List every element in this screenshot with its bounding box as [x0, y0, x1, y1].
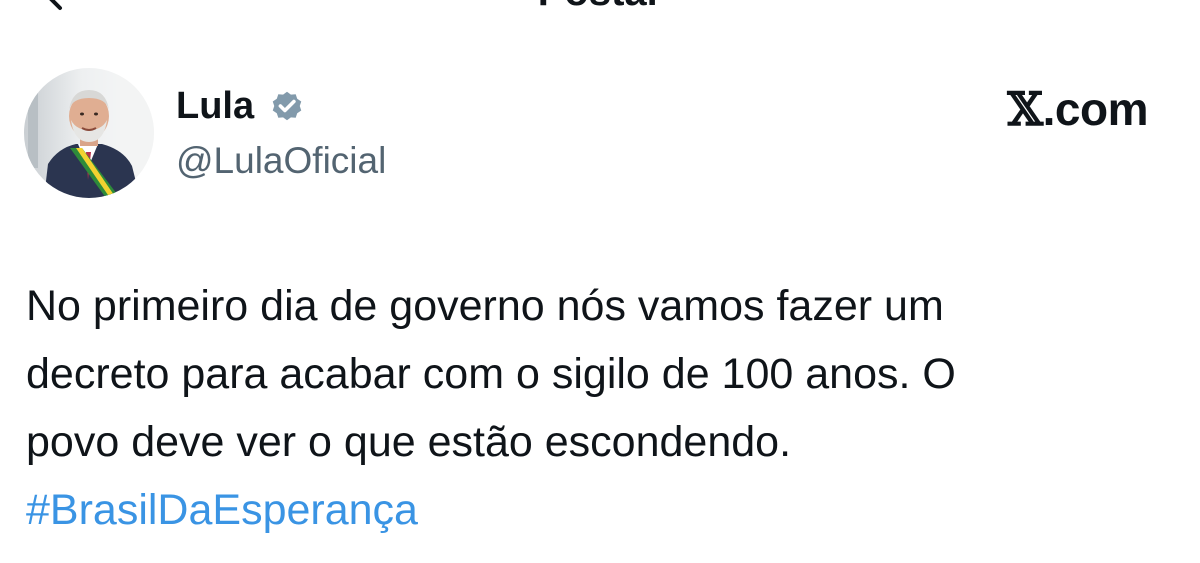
x-logo-icon: 𝕏 [1007, 82, 1043, 136]
brand-domain: .com [1042, 83, 1149, 135]
page-title: Postar [0, 0, 1200, 12]
author-display-name[interactable]: Lula [176, 84, 254, 128]
brand-watermark: 𝕏.com [1007, 84, 1148, 134]
hashtag-link[interactable]: #BrasilDaEsperança [26, 486, 418, 534]
tweet-body: No primeiro dia de governo nós vamos faz… [26, 272, 1166, 544]
tweet-line: No primeiro dia de governo nós vamos faz… [26, 282, 944, 330]
author-handle[interactable]: @LulaOficial [176, 139, 386, 183]
verified-badge-icon [272, 91, 302, 121]
tweet-line: povo deve ver o que estão escondendo. [26, 418, 792, 466]
profile-photo [24, 68, 154, 198]
top-navigation-bar: Postar [0, 0, 1200, 20]
avatar[interactable] [24, 68, 154, 198]
tweet-line: decreto para acabar com o sigilo de 100 … [26, 350, 956, 398]
